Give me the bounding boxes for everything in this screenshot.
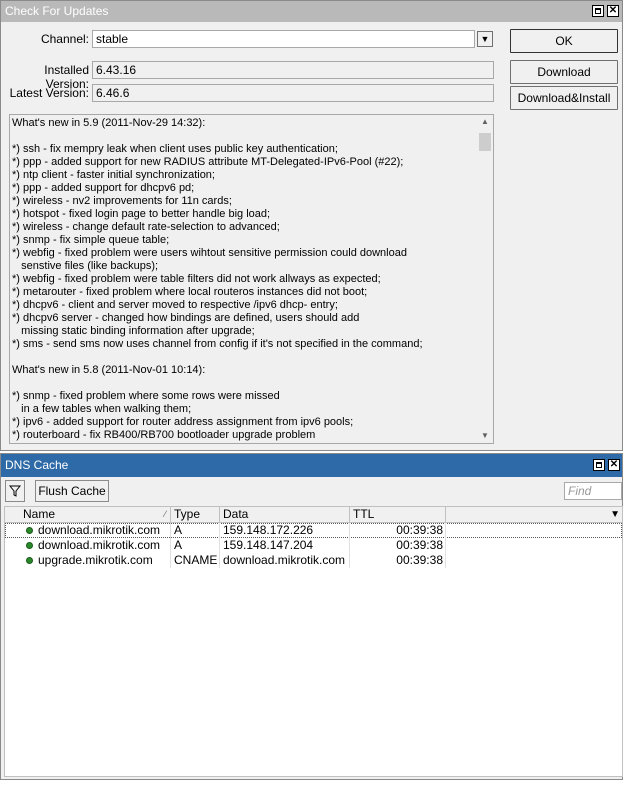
latest-version-field: 6.46.6	[92, 84, 494, 102]
cell-type: A	[174, 523, 220, 538]
updates-window-title: Check For Updates	[5, 4, 109, 18]
cell-data: download.mikrotik.com	[223, 553, 350, 568]
table-row[interactable]: download.mikrotik.com A 159.148.147.204 …	[5, 538, 622, 553]
whats-new-line: *) ppp - added support for new RADIUS at…	[12, 156, 404, 168]
ok-button[interactable]: OK	[510, 29, 618, 53]
cell-ttl: 00:39:38	[350, 538, 446, 553]
updates-titlebar[interactable]: Check For Updates ✕	[1, 1, 622, 22]
cell-name: download.mikrotik.com	[38, 523, 171, 538]
maximize-icon[interactable]	[592, 5, 604, 17]
whats-new-line	[12, 377, 477, 390]
download-install-button[interactable]: Download&Install	[510, 86, 618, 110]
whats-new-line	[12, 130, 477, 143]
column-header-ttl[interactable]: TTL	[350, 507, 446, 522]
whats-new-line: *) hotspot - fixed login page to better …	[12, 208, 271, 220]
column-header-data[interactable]: Data	[220, 507, 350, 522]
table-row[interactable]: download.mikrotik.com A 159.148.172.226 …	[5, 523, 622, 538]
dns-cache-window: DNS Cache ✕ Flush Cache Find Name ⁄ Type…	[0, 453, 623, 780]
whats-new-line: *) metarouter - fixed problem where loca…	[12, 286, 368, 298]
filter-icon	[8, 485, 22, 497]
dns-window-title: DNS Cache	[5, 458, 69, 472]
scroll-up-icon[interactable]: ▲	[477, 115, 493, 129]
scroll-down-icon[interactable]: ▼	[477, 429, 493, 443]
table-header: Name ⁄ Type Data TTL ▼	[5, 507, 622, 523]
installed-version-field: 6.43.16	[92, 61, 494, 79]
whats-new-line: What's new in 5.8 (2011-Nov-01 10:14):	[12, 364, 206, 376]
cell-data: 159.148.147.204	[223, 538, 350, 553]
whats-new-line: *) dhcpv6 - client and server moved to r…	[12, 299, 338, 311]
dns-cache-table: Name ⁄ Type Data TTL ▼ download.mikrotik…	[4, 506, 623, 777]
whats-new-line: *) ntp client - faster initial synchroni…	[12, 169, 215, 181]
whats-new-line: *) ssh - fix mempry leak when client use…	[12, 143, 338, 155]
whats-new-line: *) snmp - fix simple queue table;	[12, 234, 170, 246]
channel-label: Channel:	[40, 32, 89, 46]
close-icon[interactable]: ✕	[607, 5, 619, 17]
whats-new-line: *) dhcpv6 server - changed how bindings …	[12, 312, 360, 324]
close-icon[interactable]: ✕	[608, 459, 620, 471]
status-dot-icon	[26, 542, 33, 549]
cell-ttl: 00:39:38	[350, 523, 446, 538]
whats-new-line: *) wireless - nv2 improvements for 11n c…	[12, 195, 232, 207]
whats-new-line: missing static binding information after…	[12, 325, 255, 337]
column-header-type[interactable]: Type	[171, 507, 220, 522]
dns-titlebar[interactable]: DNS Cache ✕	[1, 454, 622, 477]
flush-cache-button[interactable]: Flush Cache	[35, 480, 109, 502]
latest-version-label: Latest Version:	[9, 86, 89, 100]
find-input[interactable]: Find	[564, 482, 622, 500]
cell-type: CNAME	[174, 553, 220, 568]
status-dot-icon	[26, 557, 33, 564]
cell-data: 159.148.172.226	[223, 523, 350, 538]
whats-new-line	[12, 351, 477, 364]
cell-name: download.mikrotik.com	[38, 538, 171, 553]
whats-new-textarea[interactable]: What's new in 5.9 (2011-Nov-29 14:32): *)…	[9, 114, 494, 444]
maximize-icon[interactable]	[593, 459, 605, 471]
table-row[interactable]: upgrade.mikrotik.com CNAME download.mikr…	[5, 553, 622, 568]
status-dot-icon	[26, 527, 33, 534]
cell-type: A	[174, 538, 220, 553]
cell-ttl: 00:39:38	[350, 553, 446, 568]
column-header-name[interactable]: Name ⁄	[20, 507, 171, 522]
channel-dropdown-icon[interactable]: ▼	[477, 31, 493, 47]
whats-new-line: *) webfig - fixed problem were users wih…	[12, 247, 407, 259]
whats-new-line: *) sms - send sms now uses channel from …	[12, 338, 423, 350]
whats-new-line: *) ppp - added support for dhcpv6 pd;	[12, 182, 195, 194]
whats-new-line: *) webfig - fixed problem were table fil…	[12, 273, 381, 285]
columns-dropdown-icon[interactable]: ▼	[610, 507, 620, 522]
filter-button[interactable]	[5, 480, 25, 502]
whats-new-line: in a few tables when walking them;	[12, 403, 192, 415]
whats-new-line: *) ipv6 - added support for router addre…	[12, 416, 354, 428]
whats-new-line: senstive files (like backups);	[12, 260, 159, 272]
scroll-thumb[interactable]	[479, 133, 491, 151]
cell-name: upgrade.mikrotik.com	[38, 553, 171, 568]
whats-new-line: *) wireless - change default rate-select…	[12, 221, 280, 233]
channel-select[interactable]: stable	[92, 30, 475, 48]
sort-icon: ⁄	[164, 509, 166, 519]
download-button[interactable]: Download	[510, 60, 618, 84]
check-for-updates-window: Check For Updates ✕ Channel: stable ▼ In…	[0, 0, 623, 451]
whats-new-line: What's new in 5.9 (2011-Nov-29 14:32):	[12, 117, 206, 129]
whats-new-line: *) routerboard - fix RB400/RB700 bootloa…	[12, 429, 316, 441]
whats-new-text: What's new in 5.9 (2011-Nov-29 14:32): *)…	[12, 117, 477, 442]
whats-new-line: *) snmp - fixed problem where some rows …	[12, 390, 280, 402]
whats-new-scrollbar[interactable]: ▲ ▼	[477, 115, 493, 443]
